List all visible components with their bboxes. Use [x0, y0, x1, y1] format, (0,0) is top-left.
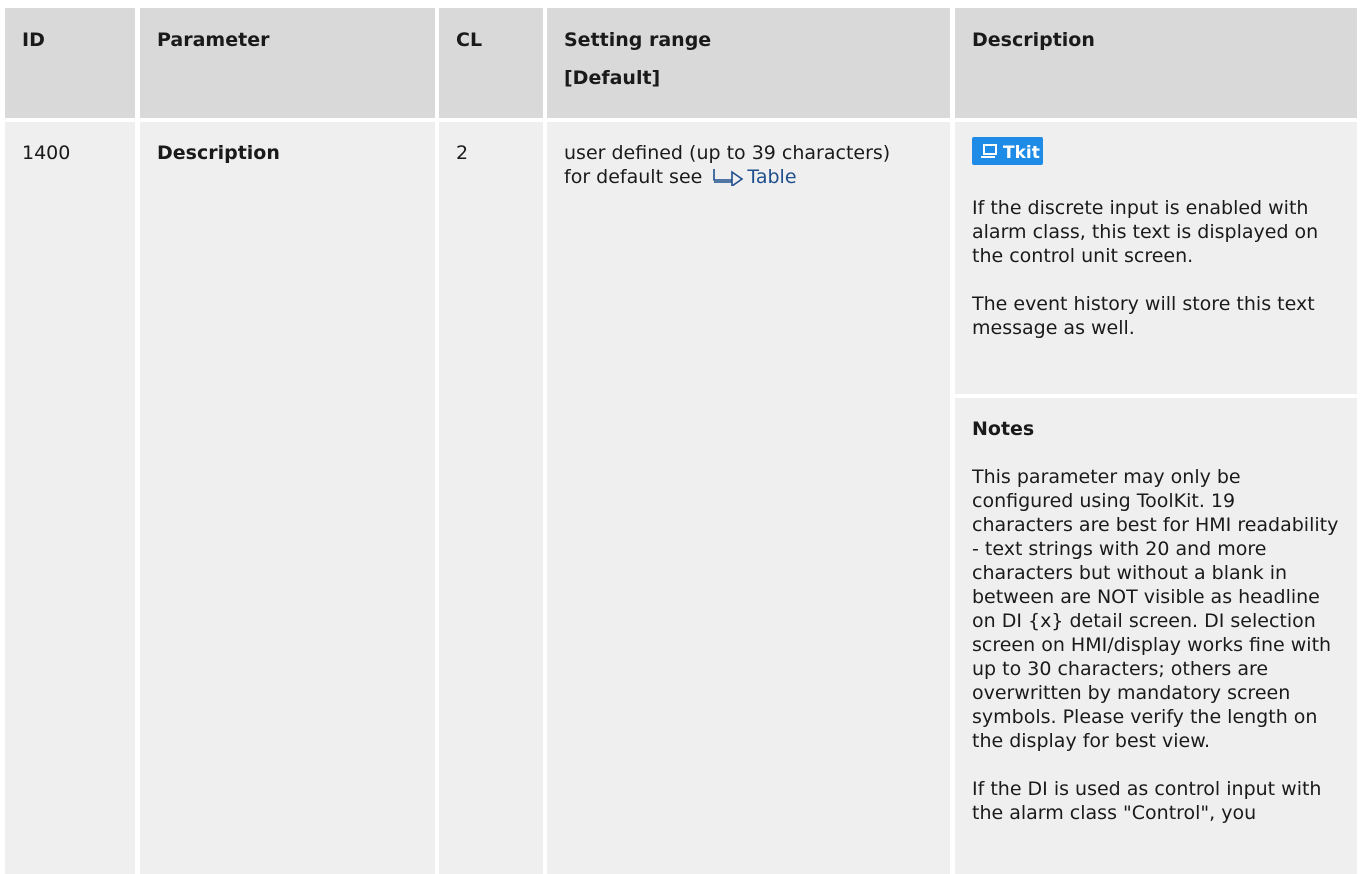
toolkit-badge-label: Tkit	[1003, 143, 1040, 163]
header-setting-range-label: Setting range	[564, 29, 712, 51]
setting-range-text: user defined (up to 39 characters)	[564, 142, 891, 164]
header-cl: CL	[439, 8, 543, 118]
header-parameter-label: Parameter	[157, 29, 270, 51]
header-cl-label: CL	[456, 29, 483, 51]
header-setting-range: Setting range [Default]	[547, 8, 950, 118]
header-parameter: Parameter	[140, 8, 435, 118]
description-text: If the discrete input is enabled with al…	[972, 197, 1319, 267]
cell-description: Tkit If the discrete input is enabled wi…	[955, 122, 1357, 394]
header-id-label: ID	[22, 29, 45, 51]
notes-title: Notes	[972, 418, 1035, 440]
default-see-text: for default see	[564, 166, 703, 188]
notes-text-control: If the DI is used as control input with …	[972, 778, 1322, 824]
header-description: Description	[955, 8, 1357, 118]
cell-setting-range: user defined (up to 39 characters) for d…	[547, 122, 950, 874]
description-text-history: The event history will store this text m…	[972, 293, 1315, 339]
header-description-label: Description	[972, 29, 1095, 51]
cell-cl: 2	[439, 122, 543, 874]
toolkit-badge-icon: Tkit	[972, 137, 1043, 165]
setting-range-default-line: for default see Table	[564, 165, 950, 192]
table-link[interactable]: Table	[747, 166, 796, 188]
notes-text: This parameter may only be configured us…	[972, 466, 1339, 752]
parameter-name: Description	[157, 142, 280, 164]
cell-notes: Notes This parameter may only be configu…	[955, 398, 1357, 874]
cell-id: 1400	[5, 122, 135, 874]
header-id: ID	[5, 8, 135, 118]
cell-parameter: Description	[140, 122, 435, 874]
parameter-id: 1400	[22, 142, 71, 164]
arrow-right-icon	[712, 168, 744, 192]
code-level: 2	[456, 142, 469, 164]
header-default-label: [Default]	[564, 67, 661, 89]
